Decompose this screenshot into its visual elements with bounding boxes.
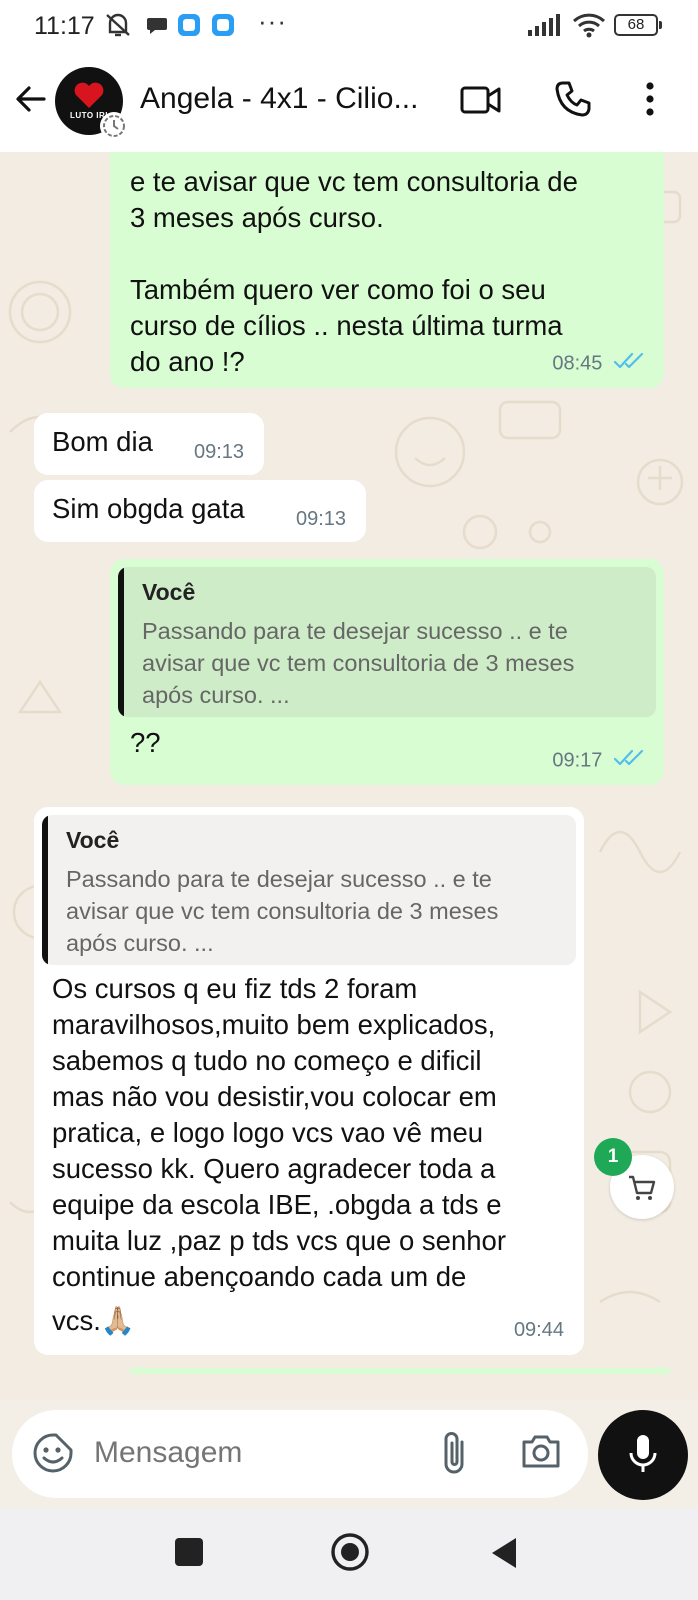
message-time: 09:13 [194,441,245,463]
muted-notifications-icon [104,12,132,43]
shopping-cart-icon [628,1175,656,1206]
message-line: pratica, e logo logo vcs vao vê meu [52,1117,484,1148]
quote-line: avisar que vc tem consultoria de 3 meses [142,650,575,676]
message-text: e te avisar que vc tem consultoria de 3 … [130,164,650,380]
quote-line: após curso. ... [142,682,290,708]
message-text: ?? [130,727,161,758]
message-text: Bom dia [52,426,153,457]
battery-indicator: 68 [614,14,662,36]
message-line: vcs.🙏🏼 [52,1305,136,1336]
message-input[interactable] [94,1436,414,1470]
app-notification-icon [212,14,234,36]
message-time: 09:17 [552,749,603,772]
more-notifications-icon: ··· [258,6,287,36]
quote-bar [118,567,124,717]
message-meta: 08:45 [552,352,644,376]
status-bar: 11:17 ··· 68 [0,0,698,52]
status-ring-icon [100,112,128,140]
incoming-message-bubble[interactable]: Sim obgda gata 09:13 [34,480,366,542]
chat-header: LUTO IRI Angela - 4x1 - Cilio... [0,52,698,152]
message-bubble-icon [146,14,168,41]
status-time: 11:17 [34,12,95,40]
message-time: 09:13 [296,508,347,530]
message-composer [12,1410,588,1498]
cart-badge: 1 [594,1138,632,1176]
outgoing-message-bubble[interactable]: Você Passando para te desejar sucesso ..… [110,559,664,785]
incoming-message-bubble[interactable]: Você Passando para te desejar sucesso ..… [34,807,584,1355]
more-vert-icon[interactable] [644,80,656,123]
message-line [130,236,650,272]
message-meta: 09:17 [552,749,644,773]
quote-line: Passando para te desejar sucesso .. e te [142,618,568,644]
message-text: Os cursos q eu fiz tds 2 foram maravilho… [52,971,576,1339]
message-line: muita luz ,paz p tds vcs que o senhor [52,1225,506,1256]
quote-text: Passando para te desejar sucesso .. e te… [142,615,642,711]
heart-logo-icon [73,81,105,114]
quote-author: Você [66,827,120,853]
mic-icon [628,1432,658,1481]
message-line: Também quero ver como foi o seu [130,274,546,305]
message-line: 3 meses após curso. [130,202,384,233]
nav-recents-icon[interactable] [175,1538,203,1566]
quote-text: Passando para te desejar sucesso .. e te… [66,863,566,959]
message-line: equipe da escola IBE, .obgda a tds e [52,1189,502,1220]
message-line: sucesso kk. Quero agradecer toda a [52,1153,496,1184]
quote-line: Passando para te desejar sucesso .. e te [66,866,492,892]
signal-icon [528,14,560,41]
read-ticks-icon [613,352,644,376]
message-line: sabemos q tudo no começo e dificil [52,1045,482,1076]
emoji-sticker-icon[interactable] [32,1432,74,1479]
mic-button[interactable] [598,1410,688,1500]
app-notification-icon [178,14,200,36]
chat-area[interactable]: e te avisar que vc tem consultoria de 3 … [0,152,698,1400]
message-line: curso de cílios .. nesta última turma [130,310,563,341]
nav-home-icon[interactable] [330,1532,370,1577]
message-line: mas não vou desistir,vou colocar em [52,1081,497,1112]
phone-icon[interactable] [554,80,592,123]
quote-line: após curso. ... [66,930,214,956]
message-text: Sim obgda gata [52,493,245,524]
incoming-message-bubble[interactable]: Bom dia 09:13 [34,413,264,475]
message-line: continue abençoando cada um de [52,1261,467,1292]
system-nav-bar [0,1508,698,1600]
message-line: Os cursos q eu fiz tds 2 foram [52,973,418,1004]
quote-line: avisar que vc tem consultoria de 3 meses [66,898,499,924]
quoted-message[interactable]: Você Passando para te desejar sucesso ..… [42,815,576,965]
outgoing-message-bubble[interactable]: e te avisar que vc tem consultoria de 3 … [110,152,664,388]
message-time: 08:45 [552,352,603,375]
message-line: e te avisar que vc tem consultoria de [130,166,578,197]
message-time: 09:44 [513,1319,564,1341]
quote-author: Você [142,579,196,605]
read-ticks-icon [613,749,644,773]
back-arrow-icon[interactable] [14,82,48,121]
chat-title[interactable]: Angela - 4x1 - Cilio... [140,82,440,116]
quoted-message[interactable]: Você Passando para te desejar sucesso ..… [118,567,656,717]
next-message-edge [130,1368,670,1374]
wifi-icon [572,12,606,43]
camera-icon[interactable] [520,1432,562,1475]
quote-bar [42,815,48,965]
video-call-icon[interactable] [460,84,502,121]
nav-back-icon[interactable] [490,1536,520,1575]
attach-paperclip-icon[interactable] [440,1430,470,1481]
message-line: maravilhosos,muito bem explicados, [52,1009,496,1040]
